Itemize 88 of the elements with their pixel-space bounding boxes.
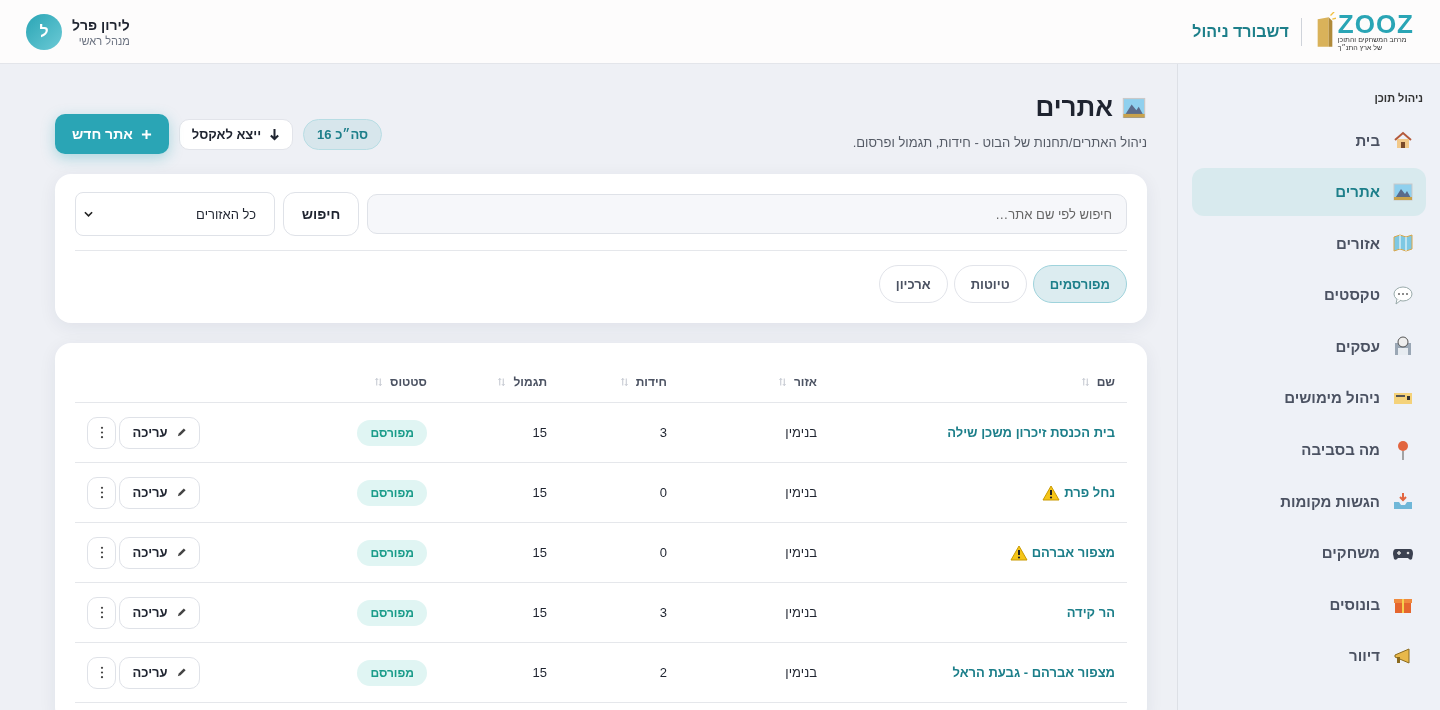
status-badge: מפורסם: [357, 419, 427, 446]
pencil-icon: [175, 547, 187, 558]
vertical-dots-icon: [99, 486, 104, 499]
vertical-dots-icon: [99, 546, 104, 559]
vertical-dots-icon: [99, 426, 104, 439]
vertical-dots-icon: [99, 666, 104, 679]
column-header[interactable]: אזור: [793, 374, 817, 389]
region-select[interactable]: כל האזורים: [75, 192, 275, 236]
sort-icon[interactable]: [778, 376, 786, 387]
site-name-link[interactable]: מצפור אברהם: [1031, 545, 1115, 560]
sidebar-item[interactable]: בית: [1192, 116, 1426, 164]
user-name: לירון פרל: [72, 16, 130, 33]
table-cell: 0: [659, 545, 667, 560]
page-subtitle: ניהול האתרים/תחנות של הבוט - חידות, תגמול ופרסום.: [852, 135, 1147, 150]
status-badge: מפורסם: [357, 659, 427, 686]
table-cell: בנימין: [785, 545, 817, 560]
site-name-link[interactable]: הר קידה: [1066, 605, 1115, 620]
table-cell: 3: [659, 425, 667, 440]
vertical-dots-icon: [99, 606, 104, 619]
edit-button[interactable]: עריכה: [119, 476, 200, 509]
more-options-button[interactable]: [87, 416, 116, 449]
status-badge: מפורסם: [357, 599, 427, 626]
sidebar-item[interactable]: בונוסים: [1192, 580, 1426, 629]
sidebar-item[interactable]: עסקים: [1192, 322, 1426, 371]
site-name-link[interactable]: מצפור אברהם - גבעת הראל: [952, 665, 1115, 680]
speech-bubble-icon: [1392, 283, 1414, 306]
table-cell: בנימין: [785, 605, 817, 620]
sidebar-item[interactable]: משחקים: [1192, 528, 1426, 577]
filter-tab[interactable]: מפורסמים: [1032, 265, 1127, 303]
table-cell: 15: [532, 545, 547, 560]
search-field[interactable]: חיפוש לפי שם אתר…: [367, 194, 1127, 234]
edit-button[interactable]: עריכה: [119, 536, 200, 569]
sort-icon[interactable]: [375, 376, 383, 387]
chevron-down-icon: [84, 211, 93, 217]
sidebar-item[interactable]: אזורים: [1192, 219, 1426, 268]
pencil-icon: [175, 667, 187, 678]
edit-button[interactable]: עריכה: [119, 596, 200, 629]
table-cell: 15: [532, 665, 547, 680]
search-button[interactable]: חיפוש: [283, 192, 359, 236]
table-cell: 2: [659, 665, 667, 680]
table-cell: בנימין: [785, 665, 817, 680]
sort-icon[interactable]: [498, 376, 506, 387]
sidebar-section-title: ניהול תוכן: [1373, 92, 1424, 106]
house-icon: [1392, 129, 1414, 151]
table-cell: 15: [532, 605, 547, 620]
more-options-button[interactable]: [87, 536, 116, 569]
site-name-link[interactable]: בית הכנסת זיכרון משכן שילה: [947, 425, 1115, 440]
sidebar-item[interactable]: מה בסביבה: [1192, 425, 1426, 474]
plus-icon: [140, 128, 152, 140]
edit-button[interactable]: עריכה: [119, 656, 200, 689]
sidebar-item[interactable]: דיוור: [1192, 631, 1426, 680]
pencil-icon: [175, 427, 187, 438]
column-header[interactable]: שם: [1096, 374, 1115, 389]
pencil-icon: [175, 487, 187, 498]
column-header[interactable]: תגמול: [513, 374, 547, 389]
table-cell: בנימין: [785, 425, 817, 440]
logo-text: ZOOZ: [1337, 11, 1414, 36]
total-count-badge: סה״כ 16: [303, 118, 383, 150]
download-arrow-icon: [269, 127, 281, 141]
map-icon: [1392, 232, 1414, 255]
sidebar-item[interactable]: אתרים: [1192, 167, 1426, 216]
table-cell: 15: [532, 425, 547, 440]
more-options-button[interactable]: [87, 656, 116, 689]
table-cell: בנימין: [785, 485, 817, 500]
export-excel-button[interactable]: ייצא לאקסל: [178, 118, 294, 150]
dashboard-title: דשבורד ניהול: [1192, 22, 1289, 41]
table-cell: 15: [532, 485, 547, 500]
column-header[interactable]: סטטוס: [390, 374, 427, 389]
sort-icon[interactable]: [620, 376, 628, 387]
column-header[interactable]: חידות: [635, 374, 667, 389]
filter-tab[interactable]: ארכיון: [878, 265, 948, 303]
table-cell: 0: [659, 485, 667, 500]
more-options-button[interactable]: [87, 596, 116, 629]
pencil-icon: [175, 607, 187, 618]
sort-icon[interactable]: [1081, 376, 1089, 387]
site-name-link[interactable]: נחל פרת: [1064, 485, 1115, 500]
table-cell: 3: [659, 605, 667, 620]
more-options-button[interactable]: [87, 476, 116, 509]
edit-button[interactable]: עריכה: [119, 416, 200, 449]
user-role: מנהל ראשי: [77, 34, 130, 47]
status-badge: מפורסם: [357, 479, 427, 506]
sidebar-item[interactable]: הגשות מקומות: [1192, 477, 1426, 526]
filter-tab[interactable]: טיוטות: [953, 265, 1027, 303]
page-title: אתרים: [1035, 92, 1113, 123]
sidebar-item[interactable]: טקסטים: [1192, 270, 1426, 319]
sidebar-item[interactable]: ניהול מימושים: [1192, 373, 1426, 422]
status-badge: מפורסם: [357, 539, 427, 566]
mountain-picture-icon: [1392, 180, 1414, 203]
